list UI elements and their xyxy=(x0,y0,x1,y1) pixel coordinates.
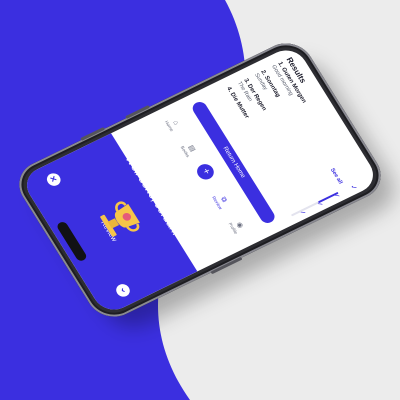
close-icon[interactable]: × xyxy=(44,171,64,188)
chevron-left-icon[interactable]: ‹ xyxy=(113,282,133,299)
tab-review[interactable]: ⧉ Review xyxy=(208,187,234,215)
dynamic-island xyxy=(55,220,89,263)
tab-profile[interactable]: ◉ Profile xyxy=(224,213,250,241)
tab-home[interactable]: ⌂ Home xyxy=(160,110,186,138)
tab-books[interactable]: ▤ Books xyxy=(176,136,202,164)
check-icon: ✓ xyxy=(348,183,358,192)
results-scrollbar[interactable] xyxy=(290,191,339,217)
plus-icon[interactable]: + xyxy=(193,161,217,183)
scene: × ‹ Review Well done, Jordan! You answer… xyxy=(0,0,400,400)
